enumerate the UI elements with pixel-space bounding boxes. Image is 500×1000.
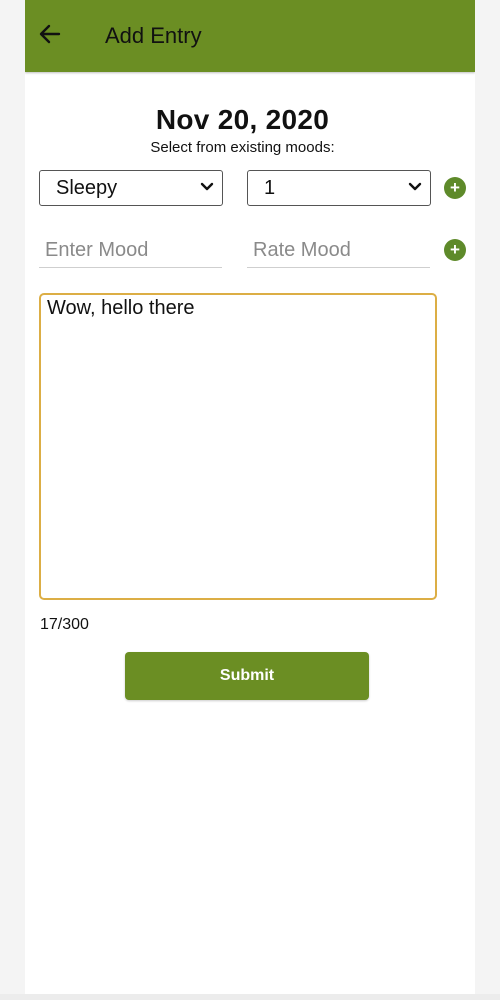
add-new-mood-button[interactable]: + [444,239,466,261]
character-counter: 17/300 [40,616,89,633]
rate-mood-input[interactable] [247,234,430,268]
arrow-left-icon [39,24,61,44]
plus-icon: + [450,178,460,197]
bottom-edge [0,994,500,1000]
back-button[interactable] [35,19,65,49]
chevron-down-icon [408,182,422,191]
page-title: Add Entry [105,23,202,48]
select-mood-hint: Select from existing moods: [150,139,335,156]
journal-entry-textarea[interactable]: Wow, hello there [39,293,437,600]
app-bar: Add Entry [25,0,475,72]
chevron-down-icon [200,182,214,191]
submit-button[interactable]: Submit [125,652,369,700]
mood-select-value: Sleepy [56,177,118,199]
add-selected-mood-button[interactable]: + [444,177,466,199]
rating-select[interactable]: 1 [247,170,431,206]
rating-select-value: 1 [264,177,276,199]
plus-icon: + [450,240,460,259]
enter-mood-input[interactable] [39,234,222,268]
app-screen: Add Entry Nov 20, 2020 Select from exist… [25,0,475,994]
entry-date: Nov 20, 2020 [155,104,330,135]
mood-select[interactable]: Sleepy [39,170,223,206]
